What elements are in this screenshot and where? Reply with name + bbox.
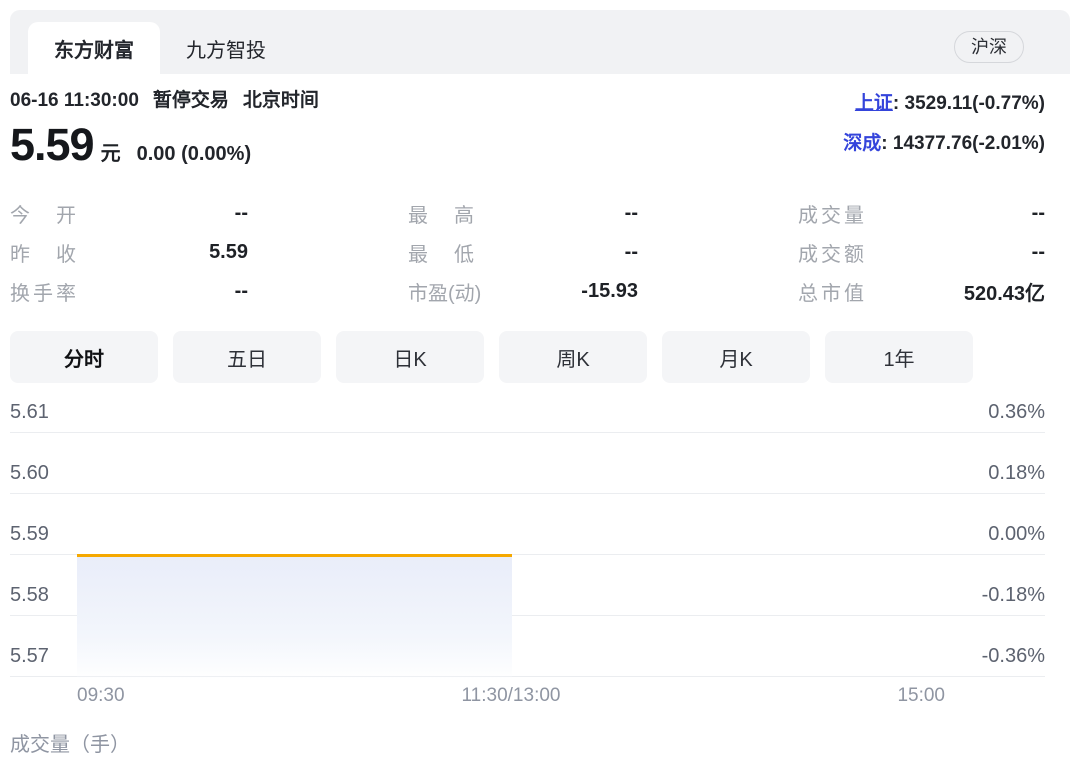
stat-value: -- xyxy=(864,241,1045,264)
volume-section-label: 成交量（手） xyxy=(10,728,1045,757)
intraday-chart[interactable]: 5.61 0.36% 5.60 0.18% 5.59 0.00% 5.58 -0… xyxy=(10,393,1045,677)
quote-header: 06-16 11:30:00 暂停交易北京时间 5.59 元 0.00 (0.00… xyxy=(10,74,1045,168)
quote-timestamp: 06-16 11:30:00 xyxy=(10,90,139,111)
chart-row: 5.59 0.00% xyxy=(10,494,1045,555)
index-shanghai-row: 上证: 3529.11(-0.77%) xyxy=(843,84,1045,124)
y-axis-percent-label: -0.36% xyxy=(982,645,1045,668)
x-tick-open: 09:30 xyxy=(77,684,462,708)
stat-value: -- xyxy=(76,280,248,303)
period-minute[interactable]: 分时 xyxy=(10,331,158,383)
stat-turnover-rate: 换手率 -- xyxy=(10,272,248,311)
stat-value: 5.59 xyxy=(76,241,248,264)
y-axis-percent-label: -0.18% xyxy=(982,584,1045,607)
index-shenzhen-row: 深成: 14377.76(-2.01%) xyxy=(843,124,1045,164)
tab-jiufang[interactable]: 九方智投 xyxy=(160,22,292,74)
stat-label: 总市值 xyxy=(798,277,864,306)
y-axis-percent-label: 0.36% xyxy=(988,401,1045,424)
stat-label: 换手率 xyxy=(10,277,76,306)
stats-grid: 今开 -- 最高 -- 成交量 -- 昨收 5.59 最低 -- 成交额 -- xyxy=(10,194,1045,311)
stat-low: 最低 -- xyxy=(408,233,638,272)
x-axis: 09:30 11:30/13:00 15:00 xyxy=(77,684,945,708)
period-daily-k[interactable]: 日K xyxy=(336,331,484,383)
period-weekly-k[interactable]: 周K xyxy=(499,331,647,383)
market-indices: 上证: 3529.11(-0.77%) 深成: 14377.76(-2.01%) xyxy=(843,84,1045,164)
stat-market-cap: 总市值 520.43亿 xyxy=(798,272,1045,311)
stat-label: 成交量 xyxy=(798,199,864,228)
y-axis-percent-label: 0.18% xyxy=(988,462,1045,485)
market-badge[interactable]: 沪深 xyxy=(954,31,1024,63)
stat-value: 520.43亿 xyxy=(864,277,1045,306)
chart-period-tabs: 分时 五日 日K 周K 月K 1年 xyxy=(10,331,1045,383)
stat-label: 成交额 xyxy=(798,238,864,267)
index-shenzhen-value: 14377.76(-2.01%) xyxy=(893,133,1045,154)
chart-row: 5.61 0.36% xyxy=(10,393,1045,433)
current-price: 5.59 xyxy=(10,122,94,167)
timezone-label: 北京时间 xyxy=(243,90,319,111)
stat-value: -15.93 xyxy=(474,280,638,303)
stat-volume: 成交量 -- xyxy=(798,194,1045,233)
trading-status: 暂停交易 xyxy=(153,90,229,111)
stat-value: -- xyxy=(76,202,248,225)
stat-label: 最高 xyxy=(408,199,474,228)
period-5day[interactable]: 五日 xyxy=(173,331,321,383)
stat-pe-ratio: 市盈(动) -15.93 xyxy=(408,272,638,311)
index-shanghai-value: 3529.11(-0.77%) xyxy=(905,93,1046,114)
index-separator: : xyxy=(881,133,893,154)
period-monthly-k[interactable]: 月K xyxy=(662,331,810,383)
chart-row: 5.60 0.18% xyxy=(10,433,1045,494)
stat-high: 最高 -- xyxy=(408,194,638,233)
stat-value: -- xyxy=(864,202,1045,225)
y-axis-price-label: 5.58 xyxy=(10,584,49,607)
x-tick-close: 15:00 xyxy=(560,684,945,708)
stat-label: 市盈(动) xyxy=(408,277,474,306)
stat-prev-close: 昨收 5.59 xyxy=(10,233,248,272)
price-unit: 元 xyxy=(101,137,121,166)
stat-value: -- xyxy=(474,241,638,264)
stat-today-open: 今开 -- xyxy=(10,194,248,233)
y-axis-price-label: 5.60 xyxy=(10,462,49,485)
y-axis-percent-label: 0.00% xyxy=(988,523,1045,546)
stat-turnover-amount: 成交额 -- xyxy=(798,233,1045,272)
y-axis-price-label: 5.59 xyxy=(10,523,49,546)
stat-label: 今开 xyxy=(10,199,76,228)
index-separator: : xyxy=(893,93,905,114)
chart-row: 5.57 -0.36% xyxy=(10,616,1045,677)
stat-value: -- xyxy=(474,202,638,225)
y-axis-price-label: 5.57 xyxy=(10,645,49,668)
stock-quote-page: 东方财富 九方智投 沪深 06-16 11:30:00 暂停交易北京时间 5.59… xyxy=(0,10,1080,757)
chart-row: 5.58 -0.18% xyxy=(10,555,1045,616)
period-1year[interactable]: 1年 xyxy=(825,331,973,383)
x-tick-midday: 11:30/13:00 xyxy=(462,684,561,708)
source-tabbar: 东方财富 九方智投 沪深 xyxy=(10,10,1070,74)
tab-eastmoney[interactable]: 东方财富 xyxy=(28,22,160,74)
price-change: 0.00 (0.00%) xyxy=(137,143,252,166)
y-axis-price-label: 5.61 xyxy=(10,401,49,424)
index-shenzhen-link[interactable]: 深成 xyxy=(843,133,881,154)
tab-jiufang-label: 九方智投 xyxy=(186,34,266,63)
tab-eastmoney-label: 东方财富 xyxy=(54,34,134,63)
stat-label: 最低 xyxy=(408,238,474,267)
index-shanghai-link[interactable]: 上证 xyxy=(855,93,893,114)
stat-label: 昨收 xyxy=(10,238,76,267)
